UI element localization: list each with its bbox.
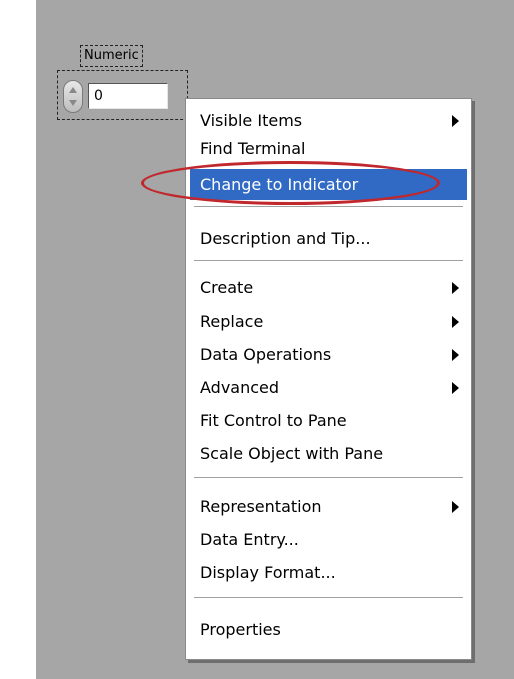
submenu-arrow-icon	[452, 316, 459, 328]
numeric-label[interactable]: Numeric	[80, 45, 143, 67]
increment-decrement-spinner[interactable]	[63, 80, 83, 113]
menu-item-representation[interactable]: Representation	[190, 491, 467, 522]
menu-item-label: Properties	[200, 620, 281, 639]
submenu-arrow-icon	[452, 349, 459, 361]
menu-item-label: Change to Indicator	[200, 175, 359, 194]
menu-item-label: Fit Control to Pane	[200, 411, 347, 430]
menu-item-label: Create	[200, 278, 254, 297]
menu-item-data-operations[interactable]: Data Operations	[190, 339, 467, 370]
menu-item-scale-object-with-pane[interactable]: Scale Object with Pane	[190, 438, 467, 469]
menu-item-label: Display Format...	[200, 563, 336, 582]
menu-separator	[194, 206, 463, 208]
menu-item-fit-control-to-pane[interactable]: Fit Control to Pane	[190, 405, 467, 436]
menu-item-label: Scale Object with Pane	[200, 444, 384, 463]
numeric-value-field[interactable]: 0	[88, 83, 168, 109]
decrement-arrow-icon[interactable]	[69, 100, 77, 106]
menu-item-label: Visible Items	[200, 111, 303, 130]
menu-item-label: Advanced	[200, 378, 280, 397]
menu-separator	[194, 477, 463, 479]
menu-item-visible-items[interactable]: Visible Items	[190, 105, 467, 136]
menu-item-display-format[interactable]: Display Format...	[190, 557, 467, 588]
increment-arrow-icon[interactable]	[69, 87, 77, 93]
screenshot-canvas: Numeric 0 Visible Items Find Terminal Ch…	[0, 0, 514, 679]
submenu-arrow-icon	[452, 115, 459, 127]
menu-item-label: Representation	[200, 497, 322, 516]
menu-item-data-entry[interactable]: Data Entry...	[190, 524, 467, 555]
menu-item-label: Data Entry...	[200, 530, 299, 549]
menu-item-label: Replace	[200, 312, 264, 331]
submenu-arrow-icon	[452, 382, 459, 394]
menu-item-label: Data Operations	[200, 345, 332, 364]
submenu-arrow-icon	[452, 282, 459, 294]
menu-item-advanced[interactable]: Advanced	[190, 372, 467, 403]
menu-separator	[194, 260, 463, 262]
menu-item-find-terminal[interactable]: Find Terminal	[190, 133, 467, 164]
menu-item-change-to-indicator[interactable]: Change to Indicator	[190, 169, 467, 200]
context-menu: Visible Items Find Terminal Change to In…	[185, 98, 472, 660]
menu-item-properties[interactable]: Properties	[190, 614, 467, 645]
menu-item-create[interactable]: Create	[190, 272, 467, 303]
submenu-arrow-icon	[452, 501, 459, 513]
menu-item-replace[interactable]: Replace	[190, 306, 467, 337]
menu-item-label: Description and Tip...	[200, 229, 371, 248]
menu-item-description-and-tip[interactable]: Description and Tip...	[190, 223, 467, 254]
menu-separator	[194, 597, 463, 599]
menu-item-label: Find Terminal	[200, 139, 306, 158]
